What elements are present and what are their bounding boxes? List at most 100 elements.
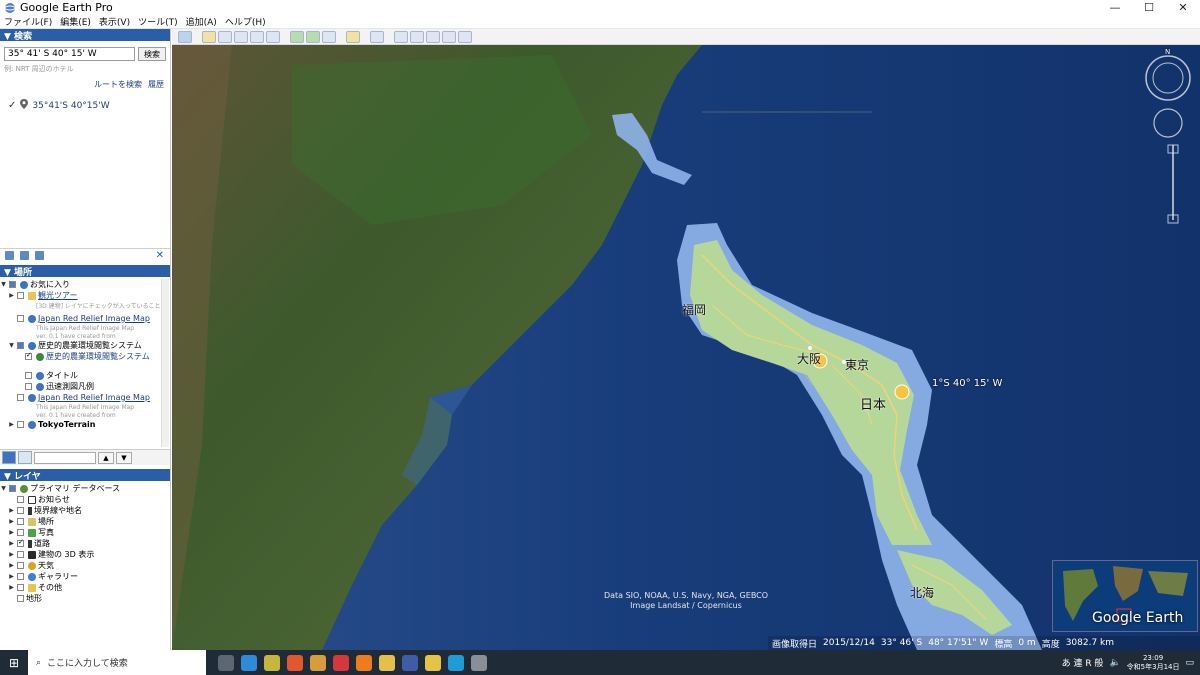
map-toolbar (172, 29, 1200, 45)
map-label-nihon: 日本 (860, 398, 887, 413)
record-tour-icon[interactable] (266, 30, 280, 43)
list-item[interactable]: ▼ 歴史的農業環境閲覧システム (0, 340, 160, 351)
add-folder-icon[interactable] (5, 251, 14, 260)
firefox-icon[interactable] (356, 654, 372, 671)
ime-indicator[interactable]: あ 連 R 般 (1062, 656, 1104, 669)
close-button[interactable]: ✕ (1166, 0, 1200, 15)
compass-north-label[interactable]: N (1165, 48, 1170, 56)
places-scrollbar[interactable] (161, 279, 169, 447)
google-earth-app-icon (4, 2, 16, 14)
menu-add[interactable]: 追加(A) (182, 15, 221, 28)
app-icon[interactable] (333, 654, 349, 671)
historical-imagery-icon[interactable] (290, 30, 304, 43)
places-panel-header[interactable]: ▼ 場所 (0, 265, 170, 278)
list-item[interactable]: ▶道路 (0, 538, 160, 549)
title-bar: Google Earth Pro — ☐ ✕ (0, 0, 1200, 15)
list-item[interactable]: お知らせ (0, 494, 160, 505)
print-icon[interactable] (35, 251, 44, 260)
search-places-icon[interactable] (2, 451, 16, 464)
ruler-icon[interactable] (346, 30, 360, 43)
route-search-link[interactable]: ルートを検索 (94, 79, 142, 90)
panel-toggle-icon[interactable] (18, 451, 32, 464)
search-input[interactable] (4, 47, 135, 61)
app-icon[interactable] (241, 654, 257, 671)
move-down-button[interactable]: ▼ (116, 451, 132, 464)
search-hint: 例: NRT 周辺のホテル (4, 65, 74, 73)
map-attribution-data: Data SIO, NOAA, U.S. Navy, NGA, GEBCO (603, 591, 769, 600)
menu-edit[interactable]: 編集(E) (56, 15, 95, 28)
move-up-button[interactable]: ▲ (98, 451, 114, 464)
list-item[interactable]: Japan Red Relief Image Map (0, 392, 160, 403)
clock[interactable]: 23:09 令和5年3月14日 (1127, 654, 1180, 672)
map-label-osaka: 大阪 (797, 352, 822, 366)
maximize-button[interactable]: ☐ (1132, 0, 1166, 15)
list-item[interactable]: ▶ 写真 (0, 527, 160, 538)
list-item[interactable]: ▶ その他 (0, 582, 160, 593)
map-view-icon[interactable] (370, 30, 384, 43)
list-item[interactable]: 地形 (0, 593, 160, 604)
windows-start-icon[interactable]: ⊞ (0, 650, 28, 675)
view-in-maps-icon[interactable] (442, 30, 456, 43)
list-item[interactable]: ▶ ギャラリー (0, 571, 160, 582)
earth-icon[interactable] (458, 30, 472, 43)
list-item[interactable]: ▼ プライマリ データベース (0, 483, 160, 494)
menu-file[interactable]: ファイル(F) (0, 15, 56, 28)
list-item[interactable]: ▶ 場所 (0, 516, 160, 527)
copy-icon[interactable] (20, 251, 29, 260)
app-icon[interactable] (402, 654, 418, 671)
list-item[interactable]: ▶ 天気 (0, 560, 160, 571)
menu-tools[interactable]: ツール(T) (134, 15, 182, 28)
map-label-fukuoka: 福岡 (682, 303, 707, 317)
notification-icon[interactable]: ▭ (1185, 658, 1194, 668)
minimize-button[interactable]: — (1098, 0, 1132, 15)
map-label-tokyo: 東京 (845, 358, 870, 372)
search-button[interactable]: 検索 (138, 47, 166, 61)
add-path-icon[interactable] (234, 30, 248, 43)
list-item[interactable]: Japan Red Relief Image Map (0, 313, 160, 324)
taskbar-search[interactable]: ⌕ ここに入力して検索 (28, 650, 206, 675)
taskbar-search-placeholder: ここに入力して検索 (47, 659, 128, 669)
switch-planet-icon[interactable] (322, 30, 336, 43)
app-icon[interactable] (425, 654, 441, 671)
history-link[interactable]: 履歴 (148, 79, 164, 90)
volume-icon[interactable]: 🔈 (1109, 658, 1120, 668)
menu-view[interactable]: 表示(V) (95, 15, 134, 28)
add-placemark-icon[interactable] (202, 30, 216, 43)
edge-browser-icon[interactable] (448, 654, 464, 671)
add-image-overlay-icon[interactable] (250, 30, 264, 43)
list-item[interactable]: ▶ 建物の 3D 表示 (0, 549, 160, 560)
list-item[interactable]: ▼ お気に入り (0, 279, 160, 290)
list-item[interactable]: ▶ TokyoTerrain (0, 419, 160, 430)
file-explorer-icon[interactable] (379, 654, 395, 671)
add-polygon-icon[interactable] (218, 30, 232, 43)
map-view[interactable]: 福岡 大阪 東京 日本 北海 1°S 40° 15' W N Google Ea… (172, 45, 1200, 650)
save-image-icon[interactable] (426, 30, 440, 43)
list-item[interactable]: 迅速測図凡例 (0, 381, 160, 392)
list-item[interactable]: ▶ 境界線や地名 (0, 505, 160, 516)
list-item[interactable]: タイトル (0, 370, 160, 381)
google-earth-taskbar-icon[interactable] (471, 654, 487, 671)
sidebar-toggle-icon[interactable] (178, 30, 192, 43)
task-view-icon[interactable] (218, 654, 234, 671)
sunlight-icon[interactable] (306, 30, 320, 43)
map-imagery (172, 45, 1200, 650)
email-icon[interactable] (394, 30, 408, 43)
search-result-item[interactable]: ✓ 35°41'S 40°15'W (8, 99, 170, 112)
places-filter-input[interactable] (34, 451, 96, 464)
app-icon[interactable] (264, 654, 280, 671)
longitude: 48° 17'51" W (928, 638, 989, 648)
places-toolbar: ✕ (0, 248, 170, 262)
brave-browser-icon[interactable] (287, 654, 303, 671)
menu-help[interactable]: ヘルプ(H) (221, 15, 270, 28)
menu-bar: ファイル(F) 編集(E) 表示(V) ツール(T) 追加(A) ヘルプ(H) (0, 15, 1200, 29)
list-item-note: ver. 0.1 have created from (36, 332, 116, 340)
list-item[interactable]: ▶ 観光ツアー (0, 290, 160, 301)
search-panel-header[interactable]: ▼ 検索 (0, 29, 170, 42)
check-icon: ✓ (8, 100, 17, 111)
close-panel-icon[interactable]: ✕ (156, 250, 164, 261)
list-item[interactable]: 歴史的農業環境閲覧システム (0, 351, 160, 362)
app-icon[interactable] (310, 654, 326, 671)
layers-panel-header[interactable]: ▼ レイヤ (0, 469, 170, 482)
print-icon[interactable] (410, 30, 424, 43)
altitude: 3082.7 km (1065, 638, 1115, 648)
